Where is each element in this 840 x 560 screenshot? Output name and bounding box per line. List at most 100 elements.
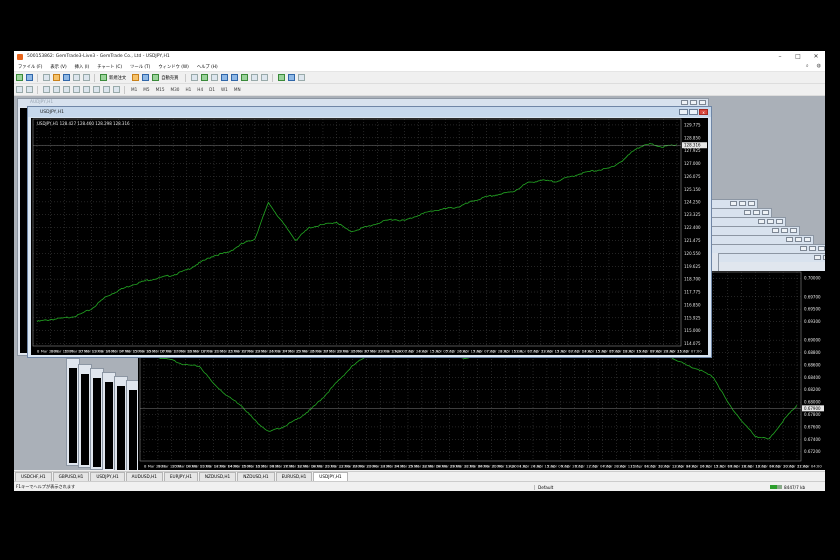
window-close-icon[interactable] <box>762 210 769 215</box>
chart-canvas[interactable] <box>69 368 77 463</box>
window-minimize-icon[interactable] <box>679 109 688 115</box>
minimize-button[interactable]: – <box>771 51 789 62</box>
window-close-icon[interactable] <box>699 100 706 105</box>
fibonacci-icon[interactable] <box>83 86 90 93</box>
window-minimize-icon[interactable] <box>800 246 807 251</box>
strategy-tester-icon[interactable] <box>83 74 90 81</box>
window-restore-icon[interactable] <box>823 255 825 260</box>
tile-windows-icon[interactable] <box>241 74 249 81</box>
timeframe-m15[interactable]: M15 <box>156 87 165 92</box>
bar-chart-icon[interactable] <box>191 74 199 81</box>
menu-chart[interactable]: チャート (C) <box>97 64 122 70</box>
maximize-button[interactable]: □ <box>789 51 807 62</box>
tab-eurusd[interactable]: EURUSD,H1 <box>275 472 313 481</box>
usdjpy-chart-window[interactable]: USDJPY,H1 x 129.775 128.850 128.316127.925… <box>27 106 712 358</box>
tab-eurjpy[interactable]: EURJPY,H1 <box>163 472 198 481</box>
zoom-out-icon[interactable] <box>231 74 239 81</box>
timeframe-mn[interactable]: MN <box>234 87 241 92</box>
text-icon[interactable] <box>93 86 100 93</box>
chart-canvas[interactable] <box>105 382 113 469</box>
vertical-line-icon[interactable] <box>43 86 50 93</box>
tab-gbpusd[interactable]: GBPUSD,H1 <box>52 472 90 481</box>
new-order-button[interactable]: 新規注文 <box>109 75 126 81</box>
data-window-icon[interactable] <box>53 74 60 81</box>
window-restore-icon[interactable] <box>781 228 788 233</box>
auto-trading-icon[interactable] <box>152 74 160 81</box>
window-minimize-icon[interactable] <box>681 100 688 105</box>
terminal-icon[interactable] <box>73 74 80 81</box>
cursor-icon[interactable] <box>16 86 23 93</box>
autoscroll-icon[interactable] <box>251 74 259 81</box>
usdjpy-chart[interactable]: 129.775 128.850 128.316127.925 127.000 126.0… <box>31 118 708 355</box>
chart-canvas[interactable] <box>81 374 89 465</box>
window-minimize-icon[interactable] <box>786 237 793 242</box>
auto-trading-button[interactable]: 自動売買 <box>161 75 178 81</box>
window-close-icon[interactable] <box>748 201 755 206</box>
tab-nzdusd-2[interactable]: NZDUSD,H1 <box>237 472 275 481</box>
window-minimize-icon[interactable] <box>772 228 779 233</box>
window-close-icon[interactable] <box>790 228 797 233</box>
chart-shift-icon[interactable] <box>261 74 269 81</box>
chart-canvas[interactable] <box>117 386 125 470</box>
line-chart-icon[interactable] <box>211 74 219 81</box>
horizontal-line-icon[interactable] <box>53 86 60 93</box>
window-restore-icon[interactable] <box>809 246 816 251</box>
window-minimize-icon[interactable] <box>814 255 821 260</box>
channel-icon[interactable] <box>73 86 80 93</box>
y-tick-label: 117.775 <box>684 290 701 295</box>
window-restore-icon[interactable] <box>795 237 802 242</box>
window-close-icon[interactable] <box>776 219 783 224</box>
menu-view[interactable]: 表示 (V) <box>50 64 66 70</box>
candlestick-icon[interactable] <box>201 74 209 81</box>
window-restore-icon[interactable] <box>739 201 746 206</box>
window-minimize-icon[interactable] <box>758 219 765 224</box>
tab-usdjpy[interactable]: USDJPY,H1 <box>90 472 125 481</box>
timeframe-m5[interactable]: M5 <box>143 87 149 92</box>
timeframe-d1[interactable]: D1 <box>209 87 215 92</box>
menu-window[interactable]: ウィンドウ (W) <box>158 64 188 70</box>
new-chart-icon[interactable] <box>16 74 23 81</box>
timeframe-m1[interactable]: M1 <box>131 87 137 92</box>
market-watch-icon[interactable] <box>43 74 50 81</box>
alerts-icon[interactable] <box>142 74 150 81</box>
tab-audusd[interactable]: AUDUSD,H1 <box>125 472 163 481</box>
search-icon[interactable]: ⌕ <box>806 63 809 69</box>
zoom-in-icon[interactable] <box>221 74 229 81</box>
window-minimize-icon[interactable] <box>730 201 737 206</box>
close-button[interactable]: ✕ <box>807 51 825 62</box>
indicators-icon[interactable] <box>278 74 286 81</box>
timeframe-h1[interactable]: H1 <box>185 87 191 92</box>
window-restore-icon[interactable] <box>689 109 698 115</box>
window-restore-icon[interactable] <box>690 100 697 105</box>
menu-file[interactable]: ファイル (F) <box>18 64 42 70</box>
timeframe-w1[interactable]: W1 <box>221 87 228 92</box>
window-close-icon[interactable]: x <box>699 109 708 115</box>
navigator-icon[interactable] <box>63 74 70 81</box>
window-restore-icon[interactable] <box>753 210 760 215</box>
window-restore-icon[interactable] <box>767 219 774 224</box>
metaeditor-icon[interactable] <box>132 74 140 81</box>
timeframe-h4[interactable]: H4 <box>197 87 203 92</box>
timeframe-m30[interactable]: M30 <box>171 87 180 92</box>
templates-icon[interactable] <box>298 74 306 81</box>
new-order-icon[interactable] <box>100 74 107 81</box>
chart-canvas[interactable] <box>129 390 137 470</box>
window-close-icon[interactable] <box>804 237 811 242</box>
trendline-icon[interactable] <box>63 86 70 93</box>
chart-canvas[interactable] <box>93 378 101 467</box>
tab-usdjpy-active[interactable]: USDJPY,H1 <box>313 472 348 481</box>
window-minimize-icon[interactable] <box>744 210 751 215</box>
tab-nzdusd[interactable]: NZDUSD,H1 <box>198 472 237 481</box>
arrows-icon[interactable] <box>113 86 120 93</box>
profiles-icon[interactable] <box>26 74 33 81</box>
tab-usdchf[interactable]: USDCHF,H1 <box>15 472 52 481</box>
menu-help[interactable]: ヘルプ (H) <box>197 64 218 70</box>
community-icon[interactable]: ◍ <box>817 63 821 69</box>
usdjpy-chart-svg[interactable]: 129.775 128.850 128.316127.925 127.000 126.0… <box>31 118 708 355</box>
label-icon[interactable] <box>103 86 110 93</box>
periods-icon[interactable] <box>288 74 296 81</box>
crosshair-icon[interactable] <box>26 86 33 93</box>
menu-tools[interactable]: ツール (T) <box>130 64 150 70</box>
menu-insert[interactable]: 挿入 (I) <box>75 64 90 70</box>
window-close-icon[interactable] <box>818 246 825 251</box>
